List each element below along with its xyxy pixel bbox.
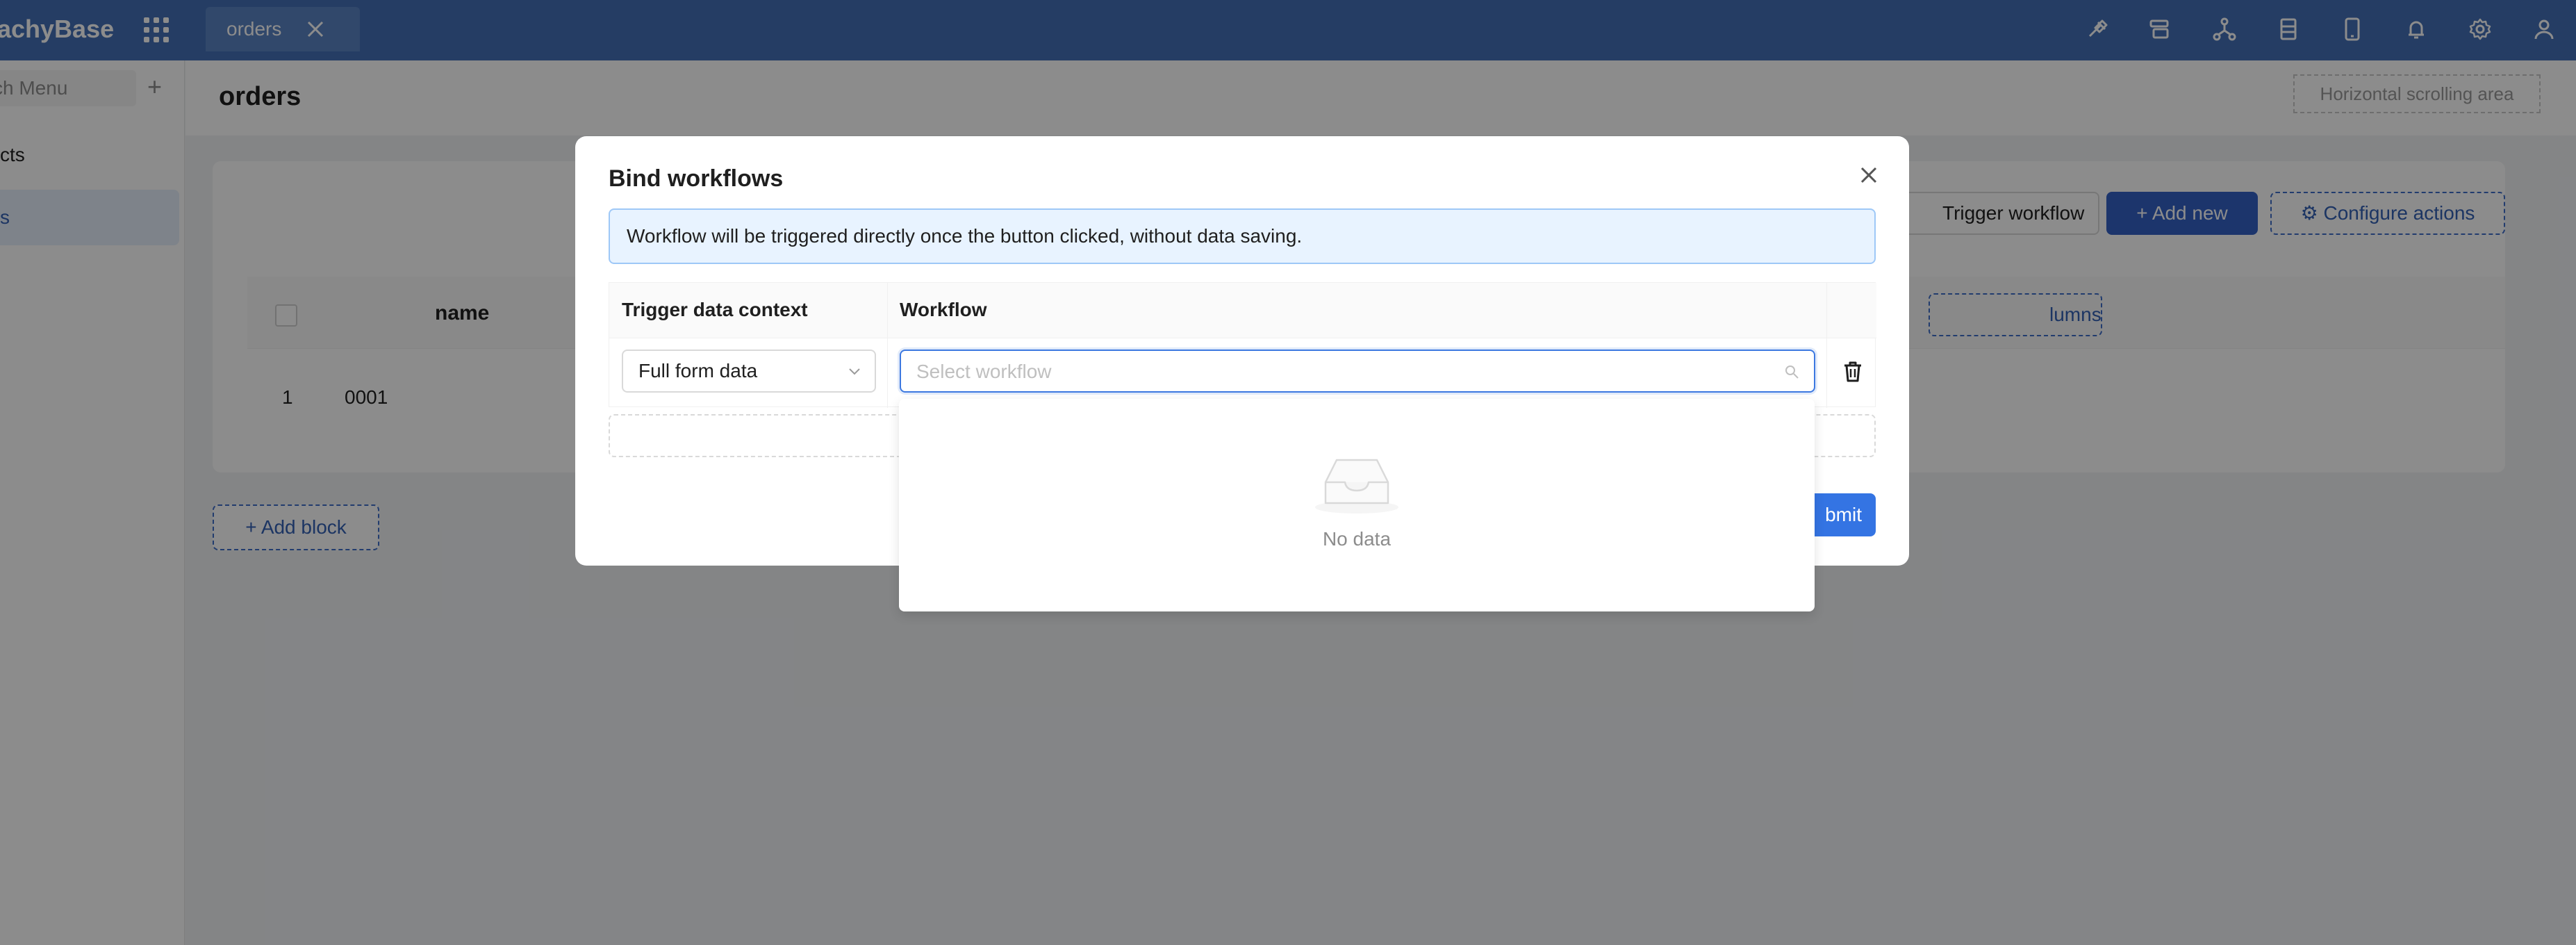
chevron-down-icon [849, 368, 860, 375]
column-divider [1826, 283, 1827, 408]
header-trigger-data-context: Trigger data context [622, 299, 808, 320]
close-icon[interactable] [1856, 163, 1881, 188]
column-divider [887, 283, 888, 408]
workflow-dropdown: No data [899, 399, 1815, 611]
header-workflow: Workflow [900, 299, 987, 320]
modal-title: Bind workflows [609, 165, 784, 192]
empty-inbox-icon [1315, 459, 1398, 513]
workflow-table-header: Trigger data context Workflow [609, 283, 1876, 338]
info-alert: Workflow will be triggered directly once… [609, 208, 1876, 264]
trigger-context-value: Full form data [638, 360, 758, 381]
delete-icon[interactable] [1839, 358, 1867, 386]
empty-text: No data [1322, 528, 1392, 550]
workflow-search-field[interactable] [916, 356, 1778, 387]
workflow-select-input[interactable] [900, 350, 1815, 393]
trigger-context-select[interactable]: Full form data [622, 350, 876, 393]
workflow-binding-table: Trigger data context Workflow Full form … [609, 282, 1876, 408]
search-icon [1785, 365, 1799, 379]
